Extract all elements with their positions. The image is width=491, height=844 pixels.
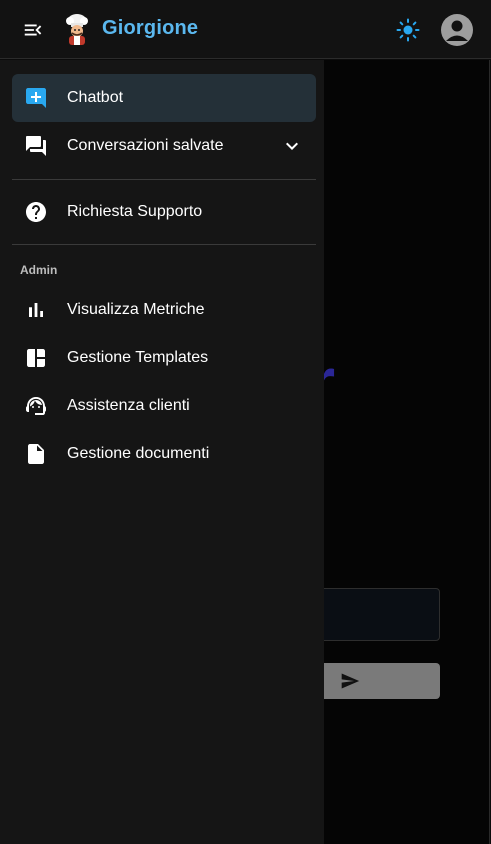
nav-item-label: Gestione documenti: [67, 445, 210, 462]
chef-logo-icon: [66, 14, 88, 45]
nav-item-label: Richiesta Supporto: [67, 203, 203, 220]
app-title: Giorgione: [102, 17, 199, 39]
send-icon: [341, 673, 360, 689]
add-comment-icon: [26, 88, 46, 108]
account-avatar[interactable]: [441, 14, 473, 46]
nav-item-support-request[interactable]: Richiesta Supporto: [12, 188, 316, 236]
account-circle-icon: [446, 20, 468, 41]
divider: [12, 244, 316, 245]
nav-item-label: Visualizza Metriche: [67, 301, 205, 318]
file-icon: [28, 444, 44, 464]
nav-item-chatbot[interactable]: Chatbot: [12, 74, 316, 122]
nav-item-label: Chatbot: [67, 89, 124, 106]
bar-chart-icon: [29, 303, 43, 317]
nav-item-label: Gestione Templates: [67, 349, 209, 366]
nav-item-label: Assistenza clienti: [67, 397, 190, 414]
admin-section-label: Admin: [20, 263, 58, 277]
nav-item-saved-conversations[interactable]: Conversazioni salvate: [12, 122, 316, 170]
nav-item-documents[interactable]: Gestione documenti: [12, 430, 316, 478]
nav-item-metrics[interactable]: Visualizza Metriche: [12, 286, 316, 334]
nav-item-customer-support[interactable]: Assistenza clienti: [12, 382, 316, 430]
nav-item-templates[interactable]: Gestione Templates: [12, 334, 316, 382]
menu-open-icon[interactable]: [22, 19, 44, 41]
dashboard-icon: [27, 349, 45, 367]
navigation-drawer: Chatbot Conversazioni salvate Richiesta …: [0, 60, 324, 844]
divider: [12, 179, 316, 180]
nav-item-label: Conversazioni salvate: [67, 137, 224, 154]
sun-icon[interactable]: [396, 18, 420, 42]
support-agent-icon: [26, 397, 46, 415]
chevron-down-icon[interactable]: [280, 134, 304, 158]
forum-icon: [26, 136, 46, 156]
help-icon: [26, 202, 46, 222]
app-bar: Giorgione: [0, 0, 491, 59]
